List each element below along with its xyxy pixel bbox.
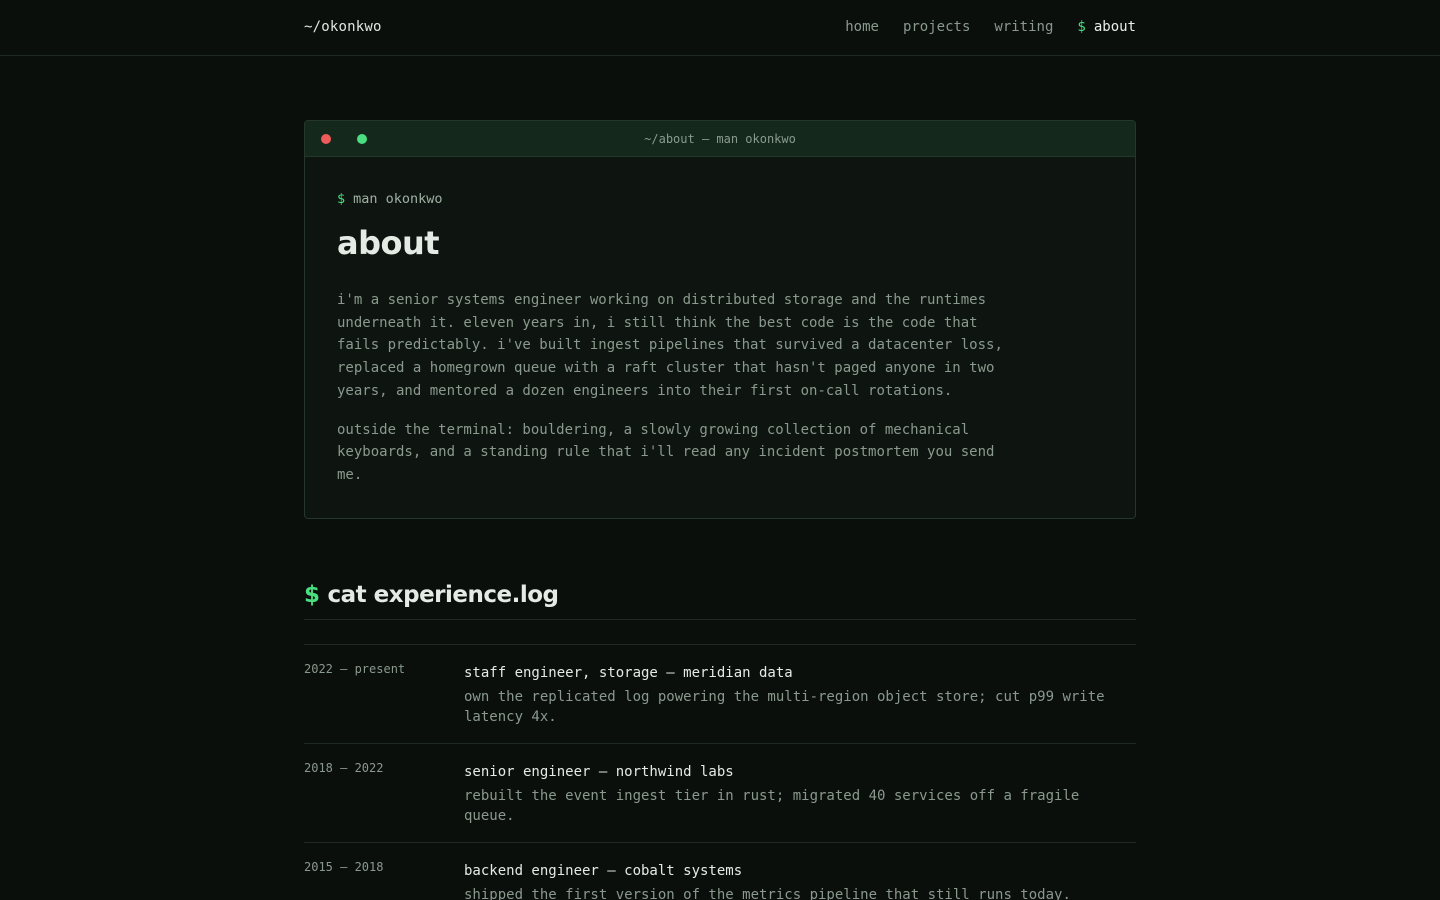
experience-entry: 2018 — 2022 senior engineer — northwind … <box>304 743 1136 842</box>
experience-heading-text: cat experience.log <box>327 582 559 608</box>
nav-projects-link[interactable]: projects <box>903 19 970 35</box>
experience-date: 2018 — 2022 <box>304 761 384 775</box>
site-brand-link[interactable]: ~/okonkwo <box>304 19 382 35</box>
about-paragraph-1: i'm a senior systems engineer working on… <box>337 292 1003 399</box>
about-paragraph-2: outside the terminal: bouldering, a slow… <box>337 421 995 483</box>
command-text: man okonkwo <box>353 191 443 207</box>
experience-entry: 2015 — 2018 backend engineer — cobalt sy… <box>304 842 1136 900</box>
command-prompt: $ <box>337 191 346 207</box>
terminal-title: ~/about — man okonkwo <box>644 132 796 146</box>
about-heading: about <box>337 224 440 262</box>
experience-prompt: $ <box>304 582 320 608</box>
experience-entry: 2022 — present staff engineer, storage —… <box>304 644 1136 743</box>
terminal-command-line: $ man okonkwo <box>337 191 1103 207</box>
top-navigation-bar: ~/okonkwo home projects writing $ about <box>0 0 1440 56</box>
experience-role: staff engineer, storage — meridian data <box>464 665 793 681</box>
nav-home-link[interactable]: home <box>845 19 879 35</box>
experience-role: senior engineer — northwind labs <box>464 764 734 780</box>
experience-description: shipped the first version of the metrics… <box>464 887 1071 900</box>
nav-writing-link[interactable]: writing <box>994 19 1053 35</box>
experience-heading: $ cat experience.log <box>304 582 1136 620</box>
experience-description: own the replicated log powering the mult… <box>464 689 1105 725</box>
nav-about-link[interactable]: $ about <box>1077 19 1136 35</box>
nav-active-prompt: $ <box>1077 19 1086 35</box>
nav-about-label: about <box>1093 19 1136 35</box>
experience-date: 2015 — 2018 <box>304 860 384 874</box>
main-nav: home projects writing $ about <box>845 19 1136 35</box>
experience-date: 2022 — present <box>304 662 406 676</box>
experience-description: rebuilt the event ingest tier in rust; m… <box>464 788 1080 824</box>
experience-role: backend engineer — cobalt systems <box>464 863 743 879</box>
terminal-body: $ man okonkwo about i'm a senior systems … <box>305 157 1135 487</box>
experience-list: 2022 — present staff engineer, storage —… <box>304 644 1136 900</box>
about-terminal-window: ~/about — man okonkwo $ man okonkwo about… <box>304 120 1136 519</box>
terminal-title-bar: ~/about — man okonkwo <box>305 121 1135 157</box>
